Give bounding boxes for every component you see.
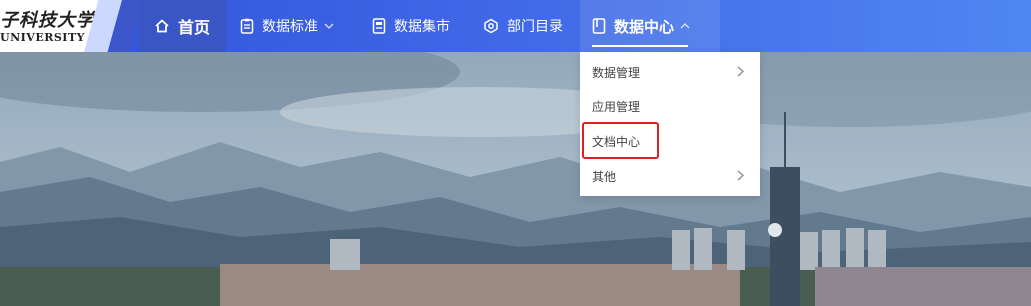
nav-item-home[interactable]: 首页: [138, 0, 226, 52]
nav-item-data-standard[interactable]: 数据标准: [240, 0, 334, 52]
menu-item-other[interactable]: 其他: [580, 159, 760, 193]
home-icon: [154, 18, 170, 34]
menu-item-label: 应用管理: [592, 99, 641, 114]
book-icon: [592, 18, 606, 34]
clipboard-icon: [240, 18, 254, 34]
chevron-right-icon: [737, 170, 744, 184]
network-icon: [483, 18, 499, 34]
campus-banner-image: [0, 52, 1031, 306]
nav-center-label: 数据中心: [614, 17, 675, 36]
menu-item-app-management[interactable]: 应用管理: [580, 89, 760, 123]
nav-home-label: 首页: [177, 18, 210, 37]
nav-item-dept-catalog[interactable]: 部门目录: [483, 0, 563, 52]
nav-item-data-market[interactable]: 数据集市: [372, 0, 450, 52]
menu-item-label: 其他: [592, 169, 617, 184]
document-icon: [372, 18, 386, 34]
highlight-annotation-box: [582, 122, 659, 159]
chevron-right-icon: [737, 66, 744, 80]
nav-item-data-center[interactable]: 数据中心: [580, 0, 720, 52]
nav-standard-label: 数据标准: [262, 19, 318, 35]
nav-dept-label: 部门目录: [507, 19, 563, 35]
logo-english-text: UNIVERSITY: [0, 31, 85, 44]
nav-market-label: 数据集市: [394, 19, 450, 35]
chevron-down-icon: [324, 23, 334, 29]
active-underline: [592, 45, 688, 47]
logo-chinese-text: 子科技大学: [0, 10, 95, 31]
menu-item-data-management[interactable]: 数据管理: [580, 55, 760, 89]
menu-item-label: 数据管理: [592, 65, 641, 80]
top-navbar: 子科技大学 UNIVERSITY 首页 数据标准 数据集市 部门目录 数据中心: [0, 0, 1031, 52]
chevron-up-icon: [680, 23, 690, 29]
